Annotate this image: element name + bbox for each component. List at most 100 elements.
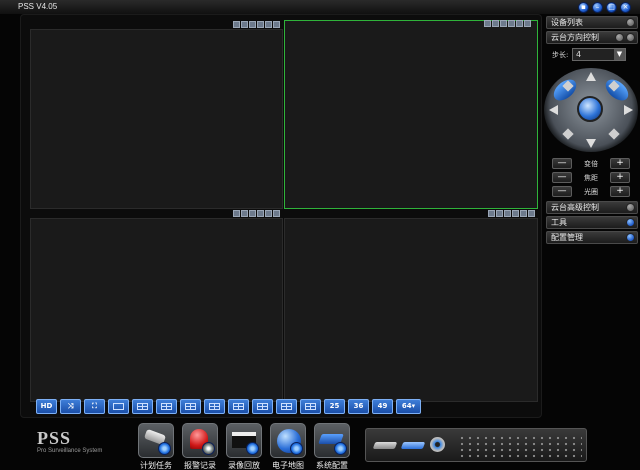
tools-header[interactable]: 工具: [546, 216, 638, 229]
close-pane-icon[interactable]: [528, 210, 535, 217]
ptz-direction-wheel[interactable]: [544, 68, 638, 152]
snapshot-icon[interactable]: [241, 21, 248, 28]
layout-36-button[interactable]: 36: [348, 399, 369, 414]
ptz-control-header[interactable]: 云台方向控制: [546, 31, 638, 44]
ptz-left-icon[interactable]: [549, 105, 558, 115]
schedule-button[interactable]: 计划任务: [136, 423, 176, 470]
iris-plus-button[interactable]: +: [610, 186, 630, 197]
alarm-record-button[interactable]: 报警记录: [180, 423, 220, 470]
zoom-label: 变倍: [584, 160, 598, 168]
focus-plus-button[interactable]: +: [610, 172, 630, 183]
zoom-plus-button[interactable]: +: [610, 158, 630, 169]
zoom-minus-button[interactable]: —: [552, 158, 572, 169]
ptz-settings-icon[interactable]: [615, 33, 624, 42]
layout-6-button[interactable]: [156, 399, 177, 414]
network-status-icon: [400, 442, 426, 449]
talk-icon[interactable]: [508, 20, 515, 27]
record-icon[interactable]: [484, 20, 491, 27]
right-panel: 设备列表 云台方向控制 步长: 4 ▼ — 变倍 + — 焦距 + — 光圈 +…: [544, 16, 638, 426]
minimize-icon[interactable]: –: [592, 2, 603, 13]
ptz-advanced-header[interactable]: 云台高级控制: [546, 201, 638, 214]
gear-icon: [334, 442, 347, 455]
video-pane-3[interactable]: [30, 210, 283, 402]
close-icon[interactable]: ×: [620, 2, 631, 13]
record-icon[interactable]: [488, 210, 495, 217]
layout-64-button[interactable]: 64▾: [396, 399, 421, 414]
emap-button[interactable]: 电子地图: [268, 423, 308, 470]
expand-icon[interactable]: [626, 203, 635, 212]
hd-button[interactable]: HD: [36, 399, 57, 414]
layout-49-button[interactable]: 49: [372, 399, 393, 414]
collapse-icon[interactable]: [626, 33, 635, 42]
audio-icon[interactable]: [500, 20, 507, 27]
close-pane-icon[interactable]: [273, 210, 280, 217]
snapshot-icon[interactable]: [241, 210, 248, 217]
pane-toolbar: [488, 210, 535, 217]
window-icon[interactable]: [265, 21, 272, 28]
window-icon[interactable]: [516, 20, 523, 27]
pss-logo: PSS: [37, 428, 72, 448]
pane-toolbar-2: [484, 20, 531, 27]
ptz-right-icon[interactable]: [624, 105, 633, 115]
step-row: 步长: 4 ▼: [546, 46, 638, 64]
layout-1-icon: [113, 403, 124, 410]
camera-icon: [138, 423, 174, 458]
chevron-down-icon: ▼: [614, 49, 625, 60]
window-icon[interactable]: [265, 210, 272, 217]
layout-8-button[interactable]: [180, 399, 201, 414]
audio-icon[interactable]: [504, 210, 511, 217]
close-pane-icon[interactable]: [273, 21, 280, 28]
audio-icon[interactable]: [249, 21, 256, 28]
ptz-down-left-icon[interactable]: [562, 128, 574, 140]
audio-icon[interactable]: [249, 210, 256, 217]
iris-minus-button[interactable]: —: [552, 186, 572, 197]
system-config-button[interactable]: 系统配置: [312, 423, 352, 470]
ptz-center-button[interactable]: [577, 96, 603, 122]
layout-13-button[interactable]: [252, 399, 273, 414]
layout-toolbar: HD ⤨ ⛶ 25 36 49 64▾: [36, 399, 421, 416]
layout-10-button[interactable]: [228, 399, 249, 414]
talk-icon[interactable]: [512, 210, 519, 217]
expand-icon[interactable]: [626, 18, 635, 27]
layout-16-icon: [281, 403, 292, 410]
video-pane-4[interactable]: [284, 210, 538, 402]
focus-minus-button[interactable]: —: [552, 172, 572, 183]
layout-4-button[interactable]: [132, 399, 153, 414]
playback-button[interactable]: 录像回放: [224, 423, 264, 470]
fullscreen-button[interactable]: ⛶: [84, 399, 105, 414]
tools-label: 工具: [551, 218, 567, 227]
video-area: [20, 14, 542, 418]
ptz-advanced-label: 云台高级控制: [551, 203, 599, 212]
snapshot-icon[interactable]: [492, 20, 499, 27]
config-header[interactable]: 配置管理: [546, 231, 638, 244]
ptz-down-icon[interactable]: [586, 139, 596, 148]
restore-icon[interactable]: ▪: [578, 2, 589, 13]
record-icon[interactable]: [233, 210, 240, 217]
device-list-label: 设备列表: [551, 18, 583, 27]
talk-icon[interactable]: [257, 21, 264, 28]
ptz-down-right-icon[interactable]: [608, 128, 620, 140]
focus-row: — 焦距 +: [546, 172, 638, 185]
swap-layout-button[interactable]: ⤨: [60, 399, 81, 414]
step-select[interactable]: 4 ▼: [572, 48, 626, 61]
layout-10-icon: [233, 403, 244, 410]
device-list-header[interactable]: 设备列表: [546, 16, 638, 29]
video-pane-2[interactable]: [284, 20, 538, 209]
maximize-icon[interactable]: □: [606, 2, 617, 13]
layout-20-button[interactable]: [300, 399, 321, 414]
close-pane-icon[interactable]: [524, 20, 531, 27]
video-pane-1[interactable]: [30, 21, 283, 209]
layout-9-button[interactable]: [204, 399, 225, 414]
expand-icon[interactable]: [626, 218, 635, 227]
talk-icon[interactable]: [257, 210, 264, 217]
window-icon[interactable]: [520, 210, 527, 217]
ptz-up-icon[interactable]: [586, 72, 596, 81]
layout-25-button[interactable]: 25: [324, 399, 345, 414]
iris-label: 光圈: [584, 188, 598, 196]
snapshot-icon[interactable]: [496, 210, 503, 217]
record-icon[interactable]: [233, 21, 240, 28]
layout-8-icon: [185, 403, 196, 410]
layout-16-button[interactable]: [276, 399, 297, 414]
expand-icon[interactable]: [626, 233, 635, 242]
layout-1-button[interactable]: [108, 399, 129, 414]
